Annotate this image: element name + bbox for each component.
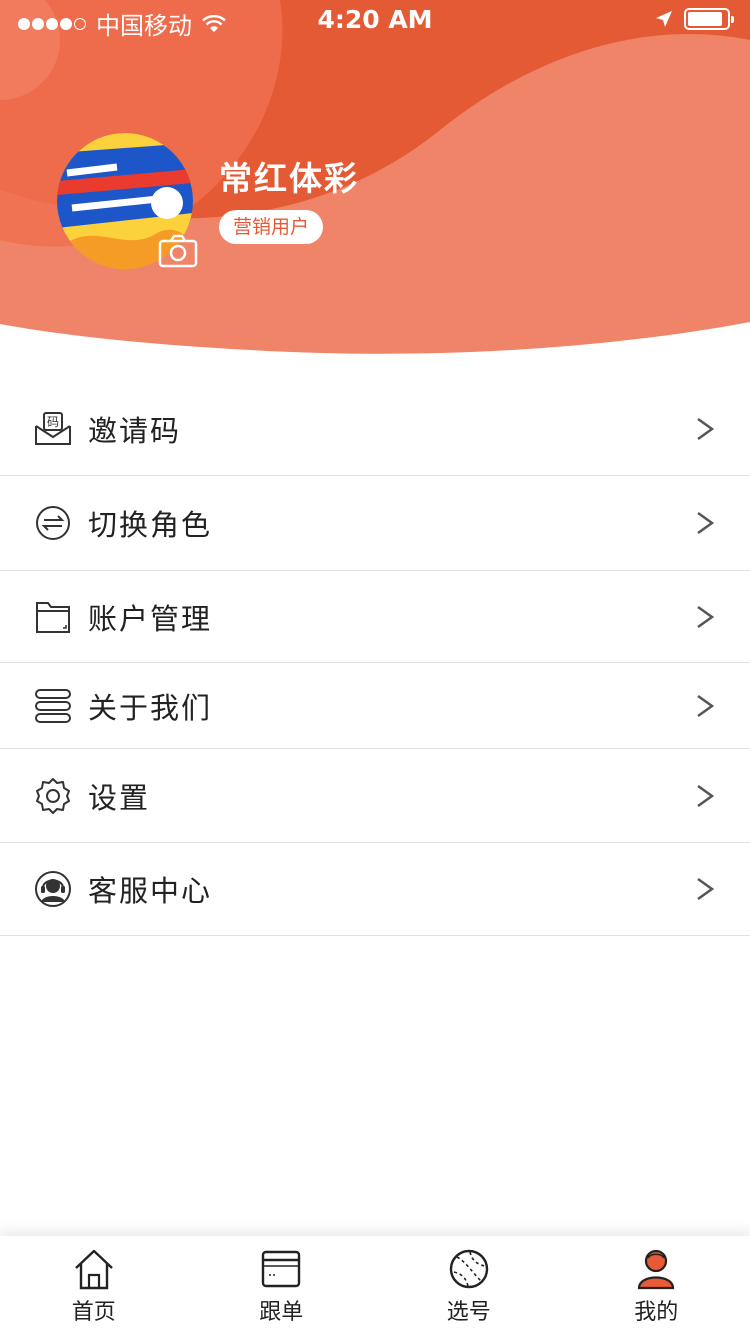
order-card-icon	[262, 1250, 301, 1288]
tab-label: 跟单	[259, 1300, 304, 1325]
menu-item-switch-role[interactable]: 切换角色	[0, 476, 750, 571]
status-right	[654, 8, 734, 30]
user-icon	[638, 1249, 675, 1290]
tab-label: 选号	[446, 1300, 491, 1325]
menu-item-label: 设置	[88, 780, 151, 815]
chevron-right-icon	[697, 694, 715, 717]
layers-icon	[35, 688, 71, 723]
menu-item-label: 账户管理	[88, 601, 213, 636]
camera-icon[interactable]	[158, 234, 198, 268]
tab-label: 我的	[634, 1300, 679, 1325]
battery-icon	[684, 8, 734, 30]
chevron-right-icon	[697, 877, 715, 901]
location-arrow-icon	[656, 11, 672, 27]
tab-pick-numbers[interactable]: 选号	[375, 1236, 563, 1334]
switch-icon	[36, 506, 70, 540]
profile-header: 中国移动 4:20 AM 常红体彩 营销用户	[0, 0, 750, 360]
username: 常红体彩	[219, 159, 359, 198]
menu-item-account-management[interactable]: 账户管理	[0, 571, 750, 663]
chevron-right-icon	[697, 511, 715, 535]
chevron-right-icon	[697, 784, 715, 807]
status-time: 4:20 AM	[317, 5, 433, 34]
menu-item-settings[interactable]: 设置	[0, 749, 750, 843]
folder-icon	[36, 601, 70, 633]
menu-item-invite-code[interactable]: 码 邀请码	[0, 383, 750, 476]
ball-icon	[449, 1249, 488, 1289]
tab-label: 首页	[71, 1300, 116, 1325]
invite-code-icon: 码	[35, 412, 71, 445]
bottom-tab-bar: 首页 跟单 选号 我的	[0, 1236, 750, 1334]
role-badge: 营销用户	[219, 210, 324, 244]
menu-list: 码 邀请码 切换角色 账户管理 关于我们 设置 客服中心	[0, 383, 750, 936]
tab-home[interactable]: 首页	[0, 1236, 188, 1334]
menu-item-label: 邀请码	[88, 414, 182, 448]
menu-item-label: 切换角色	[88, 508, 213, 542]
status-bar: 中国移动 4:20 AM	[0, 0, 750, 40]
home-icon	[74, 1249, 113, 1290]
chevron-right-icon	[697, 605, 715, 628]
gear-icon	[36, 777, 70, 814]
menu-item-about-us[interactable]: 关于我们	[0, 663, 750, 749]
menu-item-customer-service[interactable]: 客服中心	[0, 843, 750, 936]
tab-follow-order[interactable]: 跟单	[188, 1236, 376, 1334]
menu-item-label: 关于我们	[88, 690, 213, 725]
chevron-right-icon	[697, 417, 715, 441]
invite-code-glyph: 码	[47, 415, 59, 429]
menu-item-label: 客服中心	[88, 874, 213, 908]
headset-icon	[35, 871, 71, 907]
tab-mine[interactable]: 我的	[563, 1236, 750, 1334]
